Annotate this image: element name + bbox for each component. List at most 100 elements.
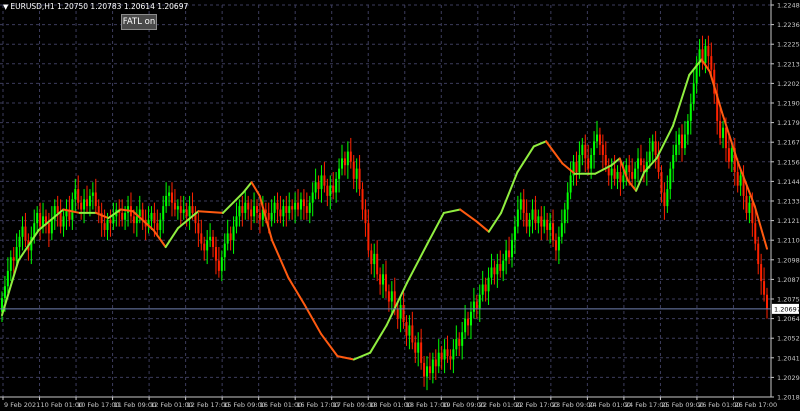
candle-body xyxy=(622,175,625,183)
candle-body xyxy=(428,366,431,374)
y-tick-label: 1.21560 xyxy=(777,158,800,166)
current-price-label: 1.20697 xyxy=(774,305,800,313)
y-tick-label: 1.20410 xyxy=(777,354,800,362)
candle-body xyxy=(434,359,437,367)
candle-body xyxy=(355,168,358,179)
candle-body xyxy=(320,175,323,190)
y-tick-label: 1.20755 xyxy=(777,296,800,304)
candle-body xyxy=(596,134,598,142)
candle-body xyxy=(399,304,402,319)
candle-body xyxy=(352,161,355,179)
candle-body xyxy=(763,281,766,295)
candle-body xyxy=(302,199,305,207)
candle-body xyxy=(83,199,86,210)
candle-body xyxy=(549,223,552,230)
candle-body xyxy=(282,206,285,217)
candle-body xyxy=(253,206,256,217)
y-tick-label: 1.21100 xyxy=(777,237,800,245)
candle-body xyxy=(338,168,341,179)
candle-body xyxy=(745,195,748,213)
candle-body xyxy=(566,192,569,210)
candle-body xyxy=(311,192,314,203)
candle-body xyxy=(156,223,159,230)
candle-body xyxy=(593,141,596,155)
candle-body xyxy=(305,206,308,213)
candle-body xyxy=(490,267,493,278)
candle-body xyxy=(511,240,513,258)
candle-body xyxy=(3,286,6,299)
candle-body xyxy=(601,144,604,155)
candle-body xyxy=(285,206,288,213)
candle-body xyxy=(557,236,560,251)
price-chart[interactable]: 1.20697 1.22480 1.22365 1.22250 1.22135 1.22… xyxy=(0,0,800,411)
candle-body xyxy=(496,264,499,275)
y-tick-label: 1.20525 xyxy=(777,335,800,343)
candle-body xyxy=(276,202,279,210)
candle-body xyxy=(469,311,472,326)
candle-body xyxy=(132,216,135,224)
candle-body xyxy=(478,294,481,309)
candle-body xyxy=(39,212,42,227)
candle-body xyxy=(440,352,443,360)
candle-body xyxy=(226,233,229,244)
candle-body xyxy=(121,212,124,220)
candle-body xyxy=(235,216,238,227)
candle-body xyxy=(516,209,519,227)
candle-body xyxy=(757,243,760,265)
triangle-down-icon[interactable]: ▼ xyxy=(3,3,8,11)
candle-body xyxy=(748,202,751,213)
fatl-toggle-button[interactable]: FATL on xyxy=(121,14,157,30)
candle-body xyxy=(6,270,9,287)
candle-body xyxy=(71,199,74,220)
candle-body xyxy=(475,301,478,309)
candle-body xyxy=(727,148,730,162)
candle-body xyxy=(522,199,525,213)
candle-body xyxy=(467,318,470,326)
candle-body xyxy=(754,223,757,244)
chart-grid xyxy=(0,4,771,398)
candle-body xyxy=(220,257,223,271)
candle-body xyxy=(540,216,543,227)
candle-body xyxy=(666,189,669,207)
candle-body xyxy=(212,236,215,248)
candle-body xyxy=(502,260,505,271)
candle-body xyxy=(704,45,707,63)
candle-body xyxy=(267,212,270,220)
candle-body xyxy=(62,216,65,227)
candle-body xyxy=(651,141,654,152)
candle-body xyxy=(373,253,376,265)
candle-body xyxy=(341,158,343,169)
candle-body xyxy=(487,277,490,292)
candle-body xyxy=(182,209,185,213)
x-tick-label: 9 Feb 2021 xyxy=(4,401,40,409)
candle-body xyxy=(660,172,663,193)
candle-body xyxy=(12,257,15,261)
candle-body xyxy=(150,212,153,220)
candle-body xyxy=(686,120,689,135)
candle-body xyxy=(408,325,411,336)
candle-body xyxy=(203,243,206,251)
candle-body xyxy=(560,223,563,237)
candle-body xyxy=(628,165,631,173)
candle-body xyxy=(414,342,417,353)
candle-body xyxy=(273,202,276,213)
candle-body xyxy=(446,349,449,357)
candle-body xyxy=(168,192,171,196)
candle-body xyxy=(9,257,12,271)
candle-body xyxy=(74,189,77,200)
candle-body xyxy=(534,209,537,224)
candle-body xyxy=(291,206,294,210)
candle-body xyxy=(91,192,94,196)
candle-body xyxy=(672,154,675,169)
candle-body xyxy=(244,202,247,213)
candle-body xyxy=(610,168,613,176)
candle-body xyxy=(537,216,540,224)
candle-body xyxy=(505,250,508,261)
y-tick-label: 1.20295 xyxy=(777,374,800,382)
candle-body xyxy=(358,168,361,190)
candle-body xyxy=(499,264,502,271)
candle-body xyxy=(229,233,232,241)
candle-body xyxy=(569,175,572,193)
candle-body xyxy=(15,247,18,261)
candle-body xyxy=(546,219,549,230)
